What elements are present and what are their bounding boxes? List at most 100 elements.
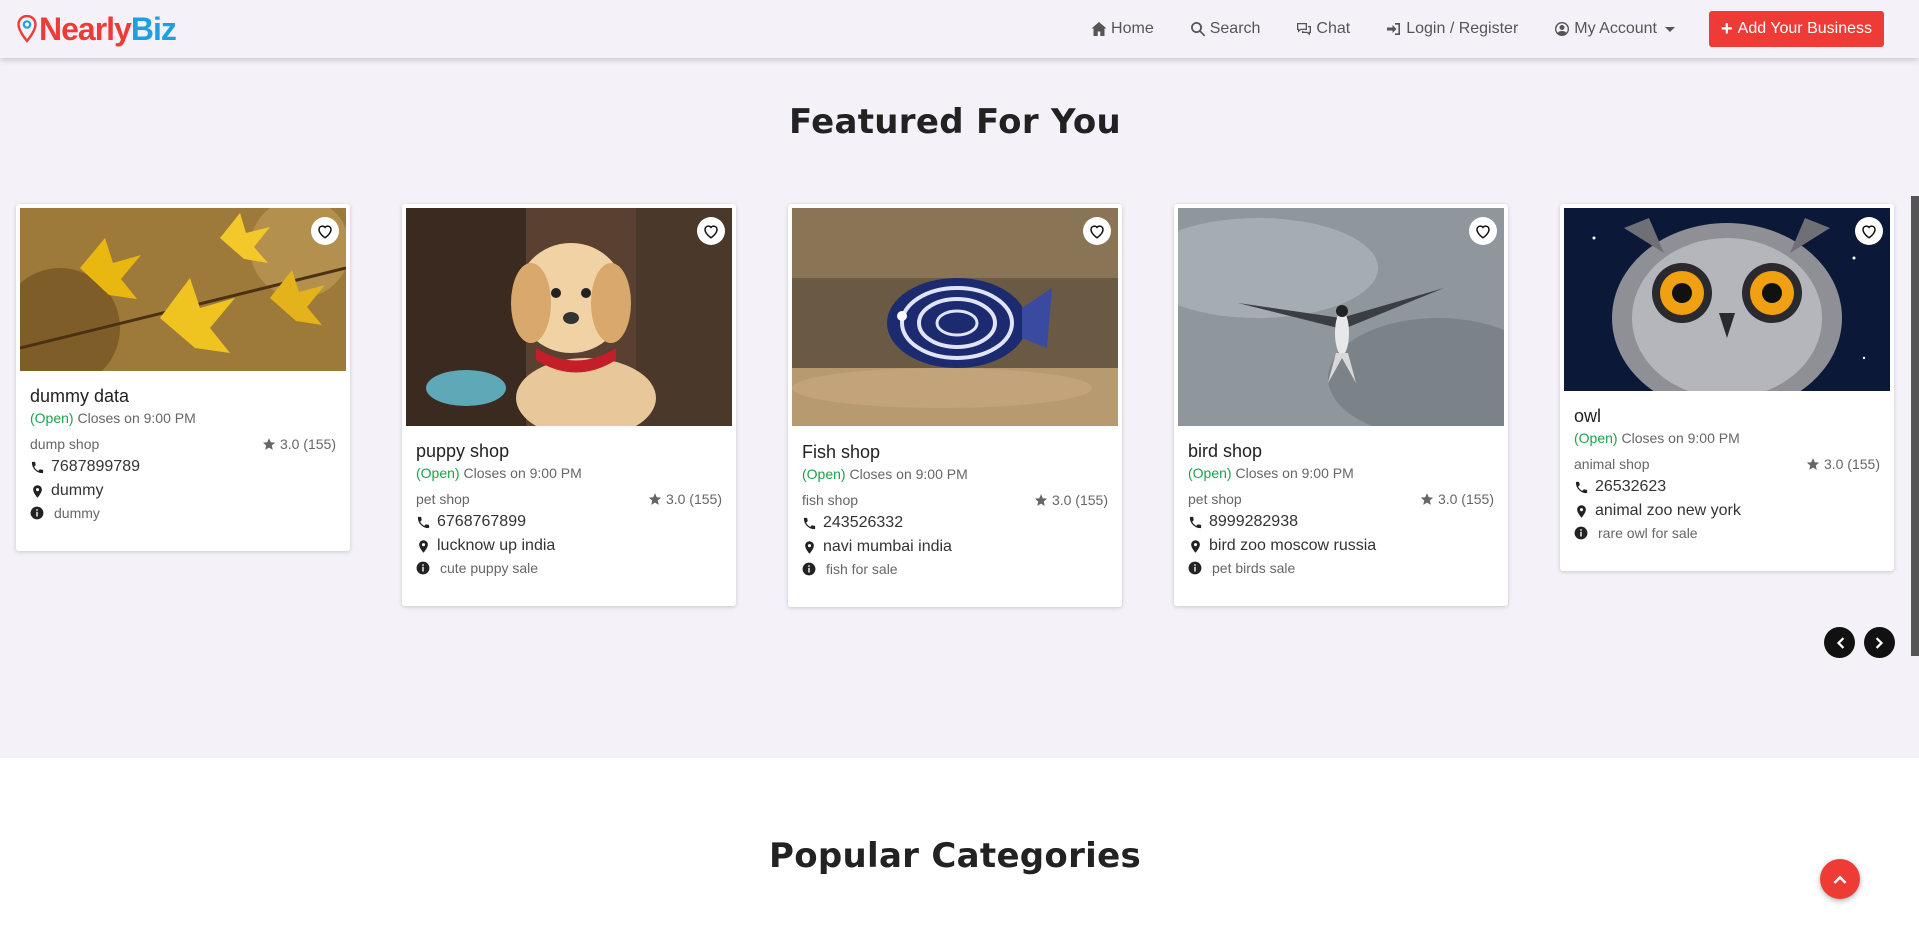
business-image[interactable] <box>406 208 732 426</box>
open-status: (Open) <box>802 466 846 482</box>
info-text: cute puppy sale <box>440 560 539 576</box>
home-icon <box>1091 22 1107 36</box>
info-icon <box>802 562 816 576</box>
brand-logo[interactable]: Nearly Biz <box>17 9 177 49</box>
heart-icon <box>318 225 332 239</box>
phone-number: 243526332 <box>823 514 904 531</box>
phone-icon <box>1575 481 1588 493</box>
tern-bird-image <box>1178 208 1504 426</box>
top-navbar: Nearly Biz Home Search Chat Login / Regis… <box>0 0 1919 58</box>
business-category: animal shop <box>1574 456 1650 472</box>
card-body: dummy data (Open) Closes on 9:00 PM dump… <box>30 386 336 521</box>
star-icon <box>1420 493 1434 505</box>
business-category: fish shop <box>802 492 859 508</box>
owl-image <box>1564 208 1890 391</box>
puppy-image <box>406 208 732 426</box>
user-circle-icon <box>1555 22 1570 36</box>
location-pin-icon <box>17 15 37 43</box>
rating-value: 3.0 (155) <box>665 491 722 507</box>
rating-value: 3.0 (155) <box>1823 456 1880 472</box>
info-text: rare owl for sale <box>1598 525 1698 541</box>
business-title[interactable]: bird shop <box>1188 441 1494 462</box>
business-rating: 3.0 (155) <box>648 491 722 507</box>
category-rating-row: dump shop 3.0 (155) <box>30 436 336 452</box>
featured-title: Featured For You <box>789 102 1121 142</box>
business-image[interactable] <box>20 208 346 371</box>
business-title[interactable]: Fish shop <box>802 442 1108 463</box>
business-hours: (Open) Closes on 9:00 PM <box>30 410 336 426</box>
favorite-button[interactable] <box>1083 217 1111 245</box>
favorite-button[interactable] <box>697 217 725 245</box>
carousel-next-button[interactable] <box>1864 627 1895 658</box>
business-phone[interactable]: 6768767899 <box>416 513 722 531</box>
closing-time: Closes on 9:00 PM <box>463 465 582 481</box>
category-rating-row: fish shop 3.0 (155) <box>802 492 1108 508</box>
yellow-leaves-image <box>20 208 346 371</box>
card-body: owl (Open) Closes on 9:00 PM animal shop… <box>1574 406 1880 541</box>
business-card[interactable]: owl (Open) Closes on 9:00 PM animal shop… <box>1560 204 1894 571</box>
open-status: (Open) <box>416 465 460 481</box>
phone-number: 7687899789 <box>51 458 140 475</box>
business-image[interactable] <box>1564 208 1890 391</box>
business-address: dummy <box>30 482 336 500</box>
map-marker-icon <box>33 484 42 498</box>
business-image[interactable] <box>1178 208 1504 426</box>
business-phone[interactable]: 8999282938 <box>1188 513 1494 531</box>
business-hours: (Open) Closes on 9:00 PM <box>802 466 1108 482</box>
phone-icon <box>31 461 44 473</box>
business-category: pet shop <box>1188 491 1242 507</box>
business-info: fish for sale <box>802 561 1108 577</box>
address-text: lucknow up india <box>437 537 556 554</box>
business-phone[interactable]: 26532623 <box>1574 478 1880 496</box>
business-info: pet birds sale <box>1188 560 1494 576</box>
address-text: navi mumbai india <box>823 538 952 555</box>
card-body: puppy shop (Open) Closes on 9:00 PM pet … <box>416 441 722 576</box>
favorite-button[interactable] <box>311 217 339 245</box>
nav-login-register[interactable]: Login / Register <box>1386 20 1518 38</box>
business-title[interactable]: owl <box>1574 406 1880 427</box>
business-image[interactable] <box>792 208 1118 426</box>
chevron-down-icon <box>1664 26 1675 32</box>
business-card[interactable]: bird shop (Open) Closes on 9:00 PM pet s… <box>1174 204 1508 606</box>
business-card[interactable]: puppy shop (Open) Closes on 9:00 PM pet … <box>402 204 736 606</box>
info-text: dummy <box>54 505 100 521</box>
nav-account-label: My Account <box>1574 20 1657 37</box>
heart-icon <box>1862 225 1876 239</box>
business-title[interactable]: puppy shop <box>416 441 722 462</box>
closing-time: Closes on 9:00 PM <box>77 410 196 426</box>
business-phone[interactable]: 243526332 <box>802 514 1108 532</box>
info-text: fish for sale <box>826 561 898 577</box>
chevron-right-icon <box>1875 636 1883 649</box>
business-phone[interactable]: 7687899789 <box>30 458 336 476</box>
business-category: dump shop <box>30 436 100 452</box>
category-rating-row: pet shop 3.0 (155) <box>416 491 722 507</box>
chevron-left-icon <box>1836 636 1844 649</box>
favorite-button[interactable] <box>1469 217 1497 245</box>
back-to-top-button[interactable] <box>1820 859 1860 899</box>
nav-chat[interactable]: Chat <box>1296 20 1350 38</box>
scrollbar-thumb[interactable] <box>1911 196 1919 656</box>
address-text: dummy <box>51 482 104 499</box>
heart-icon <box>1090 225 1104 239</box>
business-card[interactable]: dummy data (Open) Closes on 9:00 PM dump… <box>16 204 350 551</box>
business-title[interactable]: dummy data <box>30 386 336 407</box>
add-business-button[interactable]: + Add Your Business <box>1708 11 1884 47</box>
nav-search[interactable]: Search <box>1190 20 1260 38</box>
category-rating-row: pet shop 3.0 (155) <box>1188 491 1494 507</box>
nav-home[interactable]: Home <box>1091 20 1154 38</box>
heart-icon <box>704 225 718 239</box>
nav-my-account[interactable]: My Account <box>1554 20 1675 38</box>
info-icon <box>30 506 44 520</box>
chevron-up-icon <box>1833 875 1847 884</box>
business-address: lucknow up india <box>416 537 722 555</box>
nav-login-label: Login / Register <box>1406 20 1519 37</box>
info-icon <box>416 561 430 575</box>
rating-value: 3.0 (155) <box>279 436 336 452</box>
phone-icon <box>1189 516 1202 528</box>
business-card[interactable]: Fish shop (Open) Closes on 9:00 PM fish … <box>788 204 1122 607</box>
phone-number: 6768767899 <box>437 513 526 530</box>
favorite-button[interactable] <box>1855 217 1883 245</box>
brand-name-part1: Nearly <box>39 10 132 47</box>
carousel-prev-button[interactable] <box>1824 627 1855 658</box>
address-text: animal zoo new york <box>1595 502 1741 519</box>
